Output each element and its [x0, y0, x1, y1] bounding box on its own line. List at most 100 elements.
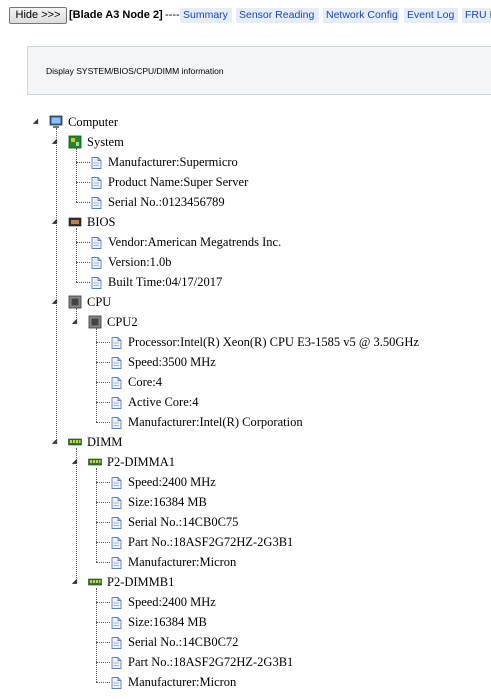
document-icon [111, 496, 122, 509]
tab-event-log[interactable]: Event Log [404, 8, 458, 23]
dimm-icon [88, 455, 102, 469]
computer-icon [49, 115, 63, 129]
document-icon [91, 236, 102, 249]
collapse-toggle-icon[interactable]: ◢ [70, 577, 79, 586]
document-icon [111, 476, 122, 489]
tree-connector [96, 402, 110, 403]
cpu-item-label: Processor:Intel(R) Xeon(R) CPU E3-1585 v… [128, 335, 419, 349]
dimm-item-label: Size:16384 MB [128, 495, 207, 509]
document-icon [111, 376, 122, 389]
system-item-label: Product Name:Super Server [108, 175, 249, 189]
tree-node-p2-dimma1-label: P2-DIMMA1 [107, 455, 176, 469]
tab-fru-info[interactable]: FRU Info [462, 8, 491, 23]
tree-connector [96, 522, 110, 523]
tree-connector [76, 282, 90, 283]
cpu-icon [88, 315, 102, 329]
bios-icon [68, 215, 82, 229]
info-panel: Display SYSTEM/BIOS/CPU/DIMM information [27, 46, 491, 95]
document-icon [111, 616, 122, 629]
collapse-toggle-icon[interactable]: ◢ [50, 137, 59, 146]
tree-connector [56, 128, 57, 442]
dimm-item-label: Serial No.:14CB0C75 [128, 515, 239, 529]
info-text: Display SYSTEM/BIOS/CPU/DIMM information [46, 66, 224, 76]
tree-connector [76, 242, 90, 243]
tree-connector [76, 262, 90, 263]
dimm-icon [68, 435, 82, 449]
dimm-item-label: Speed:2400 MHz [128, 595, 216, 609]
dimm-item-label: Part No.:18ASF2G72HZ-2G3B1 [128, 535, 294, 549]
tree-connector [76, 308, 77, 322]
tab-sensor-reading[interactable]: Sensor Reading [236, 8, 319, 23]
tree-connector [96, 642, 110, 643]
tree-connector [76, 182, 90, 183]
tree-connector [76, 448, 77, 582]
collapse-toggle-icon[interactable]: ◢ [50, 217, 59, 226]
tree-connector [76, 148, 77, 202]
system-icon [68, 135, 82, 149]
tree-connector [96, 328, 97, 422]
tree-connector [76, 228, 77, 282]
document-icon [91, 176, 102, 189]
tree-node-p2-dimmb1-label: P2-DIMMB1 [107, 575, 175, 589]
collapse-toggle-icon[interactable]: ◢ [50, 437, 59, 446]
tree-node-dimm-label: DIMM [87, 435, 123, 449]
dimm-item-label: Manufacturer:Micron [128, 675, 237, 689]
system-item-label: Serial No.:0123456789 [108, 195, 225, 209]
document-icon [111, 556, 122, 569]
document-icon [111, 416, 122, 429]
document-icon [111, 396, 122, 409]
document-icon [91, 196, 102, 209]
tree-node-system-label: System [87, 135, 124, 149]
tree-connector [96, 682, 110, 683]
hide-button[interactable]: Hide >>> [9, 7, 67, 24]
tree-connector [96, 622, 110, 623]
title-separator: ---- [165, 9, 180, 21]
bios-item-label: Built Time:04/17/2017 [108, 275, 223, 289]
tree-connector [96, 542, 110, 543]
document-icon [111, 336, 122, 349]
tab-network-config[interactable]: Network Config [323, 8, 399, 23]
document-icon [111, 656, 122, 669]
tree-node-cpu-label: CPU [87, 295, 112, 309]
tree-node-computer-label: Computer [68, 115, 118, 129]
document-icon [91, 156, 102, 169]
tree-connector [96, 502, 110, 503]
document-icon [111, 596, 122, 609]
node-title: [Blade A3 Node 2] [69, 9, 163, 21]
collapse-toggle-icon[interactable]: ◢ [70, 457, 79, 466]
bios-item-label: Version:1.0b [108, 255, 172, 269]
collapse-toggle-icon[interactable]: ◢ [31, 117, 40, 126]
tree-connector [96, 588, 97, 682]
tree-connector [96, 662, 110, 663]
dimm-item-label: Manufacturer:Micron [128, 555, 237, 569]
document-icon [111, 516, 122, 529]
document-icon [111, 356, 122, 369]
document-icon [111, 536, 122, 549]
top-toolbar: Hide >>> [Blade A3 Node 2] ---- Summary … [0, 0, 491, 32]
tree-connector [96, 602, 110, 603]
tree-connector [96, 468, 97, 562]
cpu-item-label: Core:4 [128, 375, 163, 389]
cpu-item-label: Manufacturer:Intel(R) Corporation [128, 415, 303, 429]
dimm-item-label: Serial No.:14CB0C72 [128, 635, 239, 649]
dimm-item-label: Size:16384 MB [128, 615, 207, 629]
tab-summary[interactable]: Summary [180, 8, 232, 23]
cpu-item-label: Speed:3500 MHz [128, 355, 216, 369]
document-icon [91, 256, 102, 269]
dimm-item-label: Speed:2400 MHz [128, 475, 216, 489]
document-icon [111, 676, 122, 689]
document-icon [91, 276, 102, 289]
tree-connector [96, 482, 110, 483]
tree-connector [96, 382, 110, 383]
tree-node-bios-label: BIOS [87, 215, 116, 229]
document-icon [111, 636, 122, 649]
cpu-icon [68, 295, 82, 309]
tree-connector [76, 162, 90, 163]
tree-connector [76, 202, 90, 203]
collapse-toggle-icon[interactable]: ◢ [50, 297, 59, 306]
system-item-label: Manufacturer:Supermicro [108, 155, 238, 169]
collapse-toggle-icon[interactable]: ◢ [70, 317, 79, 326]
tree-connector [96, 362, 110, 363]
dimm-item-label: Part No.:18ASF2G72HZ-2G3B1 [128, 655, 294, 669]
tree-connector [96, 562, 110, 563]
